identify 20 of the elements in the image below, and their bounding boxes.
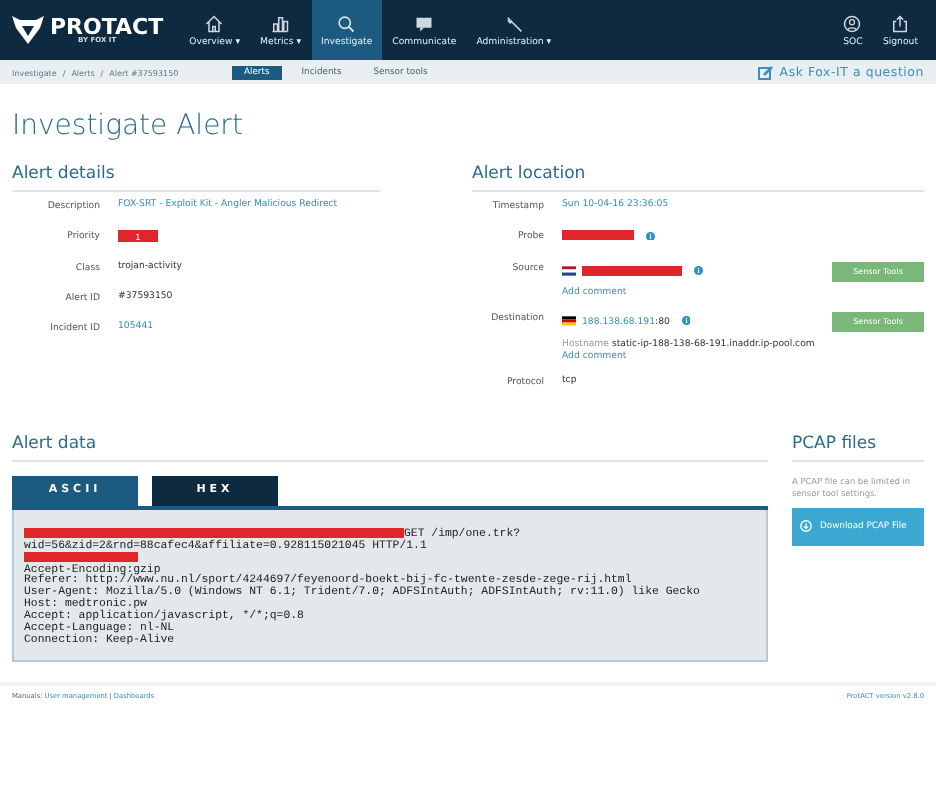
fox-logo-icon — [12, 16, 44, 44]
section-heading: Alert data — [12, 433, 768, 462]
chat-icon — [414, 13, 435, 33]
redaction-bar — [582, 266, 682, 277]
search-icon — [336, 13, 357, 33]
user-circle-icon — [842, 13, 863, 33]
share-out-icon — [890, 13, 911, 33]
bar-chart-icon — [270, 13, 291, 33]
wrench-icon — [503, 13, 524, 33]
download-circle-icon — [800, 520, 812, 533]
flag-icon — [562, 316, 576, 327]
page-title: Investigate Alert — [12, 110, 245, 142]
brand-name: PROTACT — [50, 15, 164, 38]
flag-icon — [562, 266, 576, 277]
house-icon — [204, 13, 225, 33]
section-heading: Alert details — [12, 164, 380, 192]
section-heading: PCAP files — [792, 433, 924, 462]
redaction-bar — [562, 230, 634, 241]
section-heading: Alert location — [472, 164, 924, 192]
edit-icon — [757, 65, 774, 79]
